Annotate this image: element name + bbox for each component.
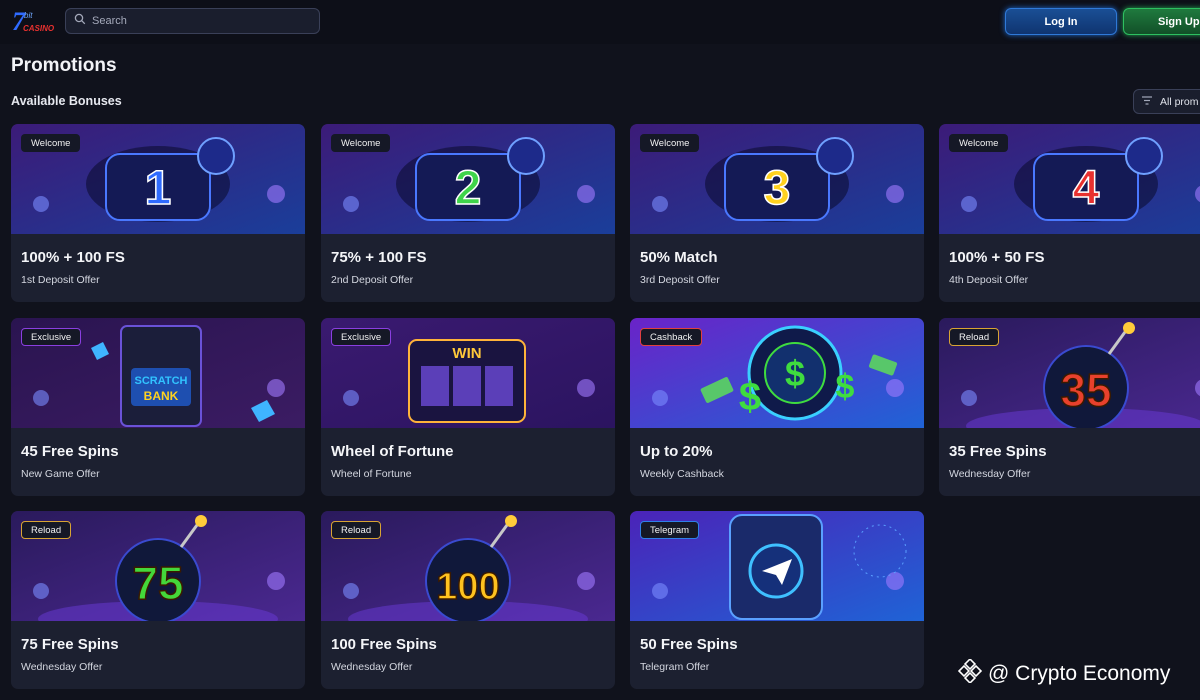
promo-badge: Welcome [949, 134, 1009, 152]
promo-card[interactable]: 1 Welcome 100% + 100 FS 1st Deposit Offer [11, 124, 305, 302]
promo-card[interactable]: $ $ $ Cashback Up to 20% Weekly Cashback [630, 318, 924, 496]
promo-title: 45 Free Spins [21, 443, 119, 460]
promo-badge: Welcome [640, 134, 700, 152]
promo-title: Wheel of Fortune [331, 443, 454, 460]
svg-text:BANK: BANK [144, 389, 179, 403]
svg-text:35: 35 [1060, 364, 1111, 416]
promo-subtitle: New Game Offer [21, 468, 100, 480]
promo-card[interactable]: 75 Reload 75 Free Spins Wednesday Offer [11, 511, 305, 689]
promo-title: 100 Free Spins [331, 636, 437, 653]
promo-card[interactable]: SCRATCH BANK Exclusive 45 Free Spins New G… [11, 318, 305, 496]
promo-title: 35 Free Spins [949, 443, 1047, 460]
promo-card[interactable]: WIN Exclusive Wheel of Fortune Wheel of Fo… [321, 318, 615, 496]
search-icon [74, 12, 86, 30]
promo-subtitle: Wednesday Offer [331, 661, 413, 673]
promo-subtitle: 3rd Deposit Offer [640, 274, 720, 286]
filter-dropdown[interactable]: All prom [1133, 89, 1200, 114]
svg-text:100: 100 [436, 566, 499, 608]
promo-badge: Reload [949, 328, 1000, 346]
promo-subtitle: 1st Deposit Offer [21, 274, 100, 286]
promo-title: Up to 20% [640, 443, 713, 460]
svg-text:bit: bit [24, 11, 33, 20]
promo-badge: Reload [21, 521, 72, 539]
promo-badge: Exclusive [21, 328, 82, 346]
promo-title: 75 Free Spins [21, 636, 119, 653]
page-title: Promotions [11, 55, 117, 76]
promo-card[interactable]: 100 Reload 100 Free Spins Wednesday Offer [321, 511, 615, 689]
signup-button[interactable]: Sign Up [1123, 8, 1200, 35]
login-button[interactable]: Log In [1005, 8, 1117, 35]
casino-logo[interactable]: 7 bit CASINO [10, 6, 58, 36]
promo-subtitle: Wheel of Fortune [331, 468, 412, 480]
search-input[interactable] [92, 15, 312, 27]
svg-text:75: 75 [132, 557, 183, 609]
section-title: Available Bonuses [11, 94, 122, 108]
logo-text: CASINO [23, 24, 55, 33]
promo-title: 50% Match [640, 249, 718, 266]
watermark-text: @ Crypto Economy [988, 662, 1171, 685]
promo-subtitle: Wednesday Offer [949, 468, 1031, 480]
promo-title: 75% + 100 FS [331, 249, 427, 266]
svg-text:$: $ [836, 368, 855, 406]
promo-badge: Welcome [21, 134, 81, 152]
promo-card[interactable]: 35 Reload 35 Free Spins Wednesday Offer [939, 318, 1200, 496]
promo-subtitle: Weekly Cashback [640, 468, 724, 480]
top-header: 7 bit CASINO Log In Sign Up [0, 0, 1200, 44]
promo-badge: Welcome [331, 134, 391, 152]
svg-text:1: 1 [145, 162, 172, 215]
search-box[interactable] [65, 8, 320, 34]
svg-text:3: 3 [764, 162, 791, 215]
filter-label: All prom [1160, 95, 1199, 108]
promo-badge: Cashback [640, 328, 703, 346]
promo-title: 100% + 50 FS [949, 249, 1045, 266]
promo-card[interactable]: 2 Welcome 75% + 100 FS 2nd Deposit Offer [321, 124, 615, 302]
promo-title: 100% + 100 FS [21, 249, 125, 266]
promo-badge: Reload [331, 521, 382, 539]
promo-card[interactable]: 3 Welcome 50% Match 3rd Deposit Offer [630, 124, 924, 302]
watermark: @ Crypto Economy [957, 657, 1171, 689]
svg-text:2: 2 [455, 162, 482, 215]
promo-card[interactable]: Telegram 50 Free Spins Telegram Offer [630, 511, 924, 689]
svg-text:$: $ [739, 375, 761, 419]
svg-text:WIN: WIN [452, 345, 481, 362]
svg-text:4: 4 [1073, 162, 1100, 215]
promo-title: 50 Free Spins [640, 636, 738, 653]
promo-subtitle: 2nd Deposit Offer [331, 274, 414, 286]
diamond-logo-icon [957, 657, 983, 689]
promo-subtitle: Telegram Offer [640, 661, 710, 673]
filter-icon [1142, 95, 1152, 108]
promo-badge: Telegram [640, 521, 700, 539]
promo-subtitle: 4th Deposit Offer [949, 274, 1029, 286]
promo-subtitle: Wednesday Offer [21, 661, 103, 673]
svg-text:SCRATCH: SCRATCH [135, 375, 188, 387]
promo-card[interactable]: 4 Welcome 100% + 50 FS 4th Deposit Offer [939, 124, 1200, 302]
promo-badge: Exclusive [331, 328, 392, 346]
svg-text:$: $ [785, 353, 805, 394]
